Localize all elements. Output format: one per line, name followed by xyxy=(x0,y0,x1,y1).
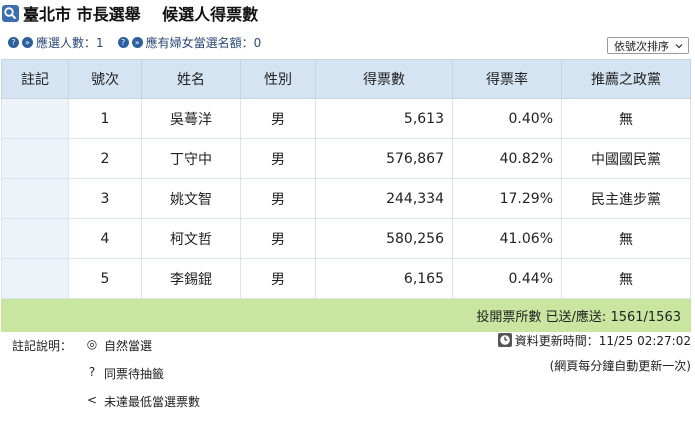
header-number: 號次 xyxy=(68,59,142,99)
cell-gender: 男 xyxy=(240,138,316,179)
cell-name: 丁守中 xyxy=(141,138,241,179)
cell-rate: 0.44% xyxy=(452,258,562,299)
chevron-right-icon: » xyxy=(22,36,33,48)
cell-gender: 男 xyxy=(240,218,316,259)
legend-text: 同票待抽籤 xyxy=(104,367,165,381)
cell-note xyxy=(1,218,69,259)
female-quota-label: 應有婦女當選名額：0 xyxy=(145,35,262,50)
elected-count-label: 應選人數：1 xyxy=(36,35,104,50)
cell-rate: 0.40% xyxy=(452,98,562,139)
page-title: 臺北市 市長選舉 候選人得票數 xyxy=(23,5,259,24)
cell-party: 中國國民黨 xyxy=(561,138,691,179)
legend-text: 自然當選 xyxy=(104,339,153,353)
sort-select-value: 依號次排序 xyxy=(614,39,669,53)
refresh-note: (網頁每分鐘自動更新一次) xyxy=(549,359,691,373)
cell-name: 柯文哲 xyxy=(141,218,241,259)
cell-number: 3 xyxy=(68,178,142,219)
table-row: 1 吳蕚洋 男 5,613 0.40% 無 xyxy=(1,98,691,139)
stats-row: ? » 應選人數：1 ? » 應有婦女當選名額：0 xyxy=(8,34,275,50)
cell-votes: 576,867 xyxy=(315,138,453,179)
polling-station-count: 投開票所數 已送/應送: 1561/1563 xyxy=(1,298,691,332)
header-note: 註記 xyxy=(1,59,69,99)
update-time-row: 資料更新時間：11/25 02:27:02 xyxy=(497,331,691,349)
chevron-right-icon: » xyxy=(131,36,143,48)
header-votes: 得票數 xyxy=(315,59,453,99)
table-row: 4 柯文哲 男 580,256 41.06% 無 xyxy=(1,218,691,259)
cell-votes: 5,613 xyxy=(315,98,453,139)
cell-note xyxy=(1,178,69,219)
info-bullet-icon: ? xyxy=(8,36,19,48)
table-footer-row: 投開票所數 已送/應送: 1561/1563 xyxy=(1,298,691,332)
cell-name: 姚文智 xyxy=(141,178,241,219)
legend: 註記說明： ◎ 自然當選 ? 同票待抽籤 < 未達最低當選票數 xyxy=(12,337,200,421)
page-header: 臺北市 市長選舉 候選人得票數 xyxy=(2,0,258,26)
cell-number: 2 xyxy=(68,138,142,179)
cell-number: 4 xyxy=(68,218,142,259)
search-icon xyxy=(2,4,19,22)
table-row: 3 姚文智 男 244,334 17.29% 民主進步黨 xyxy=(1,178,691,219)
cell-gender: 男 xyxy=(240,178,316,219)
cell-number: 5 xyxy=(68,258,142,299)
chevron-down-icon xyxy=(675,43,683,48)
cell-votes: 244,334 xyxy=(315,178,453,219)
table-row: 5 李錫錕 男 6,165 0.44% 無 xyxy=(1,258,691,299)
legend-row: ? 同票待抽籤 xyxy=(12,365,200,393)
cell-number: 1 xyxy=(68,98,142,139)
legend-symbol: < xyxy=(86,393,98,407)
cell-rate: 17.29% xyxy=(452,178,562,219)
legend-text: 未達最低當選票數 xyxy=(104,395,201,409)
header-name: 姓名 xyxy=(141,59,241,99)
cell-note xyxy=(1,138,69,179)
cell-party: 民主進步黨 xyxy=(561,178,691,219)
cell-gender: 男 xyxy=(240,258,316,299)
legend-row: 註記說明： ◎ 自然當選 xyxy=(12,337,200,365)
cell-party: 無 xyxy=(561,98,691,139)
cell-party: 無 xyxy=(561,258,691,299)
results-table: 註記 號次 姓名 性別 得票數 得票率 推薦之政黨 1 吳蕚洋 男 5,613 … xyxy=(1,59,691,332)
legend-symbol: ? xyxy=(88,365,96,379)
legend-row: < 未達最低當選票數 xyxy=(12,393,200,421)
header-rate: 得票率 xyxy=(452,59,562,99)
update-time: 資料更新時間：11/25 02:27:02 xyxy=(514,333,691,348)
table-header-row: 註記 號次 姓名 性別 得票數 得票率 推薦之政黨 xyxy=(1,59,691,99)
cell-party: 無 xyxy=(561,218,691,259)
sort-select[interactable]: 依號次排序 xyxy=(607,37,689,54)
cell-name: 李錫錕 xyxy=(141,258,241,299)
clock-icon xyxy=(497,333,512,347)
table-row: 2 丁守中 男 576,867 40.82% 中國國民黨 xyxy=(1,138,691,179)
header-party: 推薦之政黨 xyxy=(561,59,691,99)
legend-symbol: ◎ xyxy=(86,337,98,351)
update-info: 資料更新時間：11/25 02:27:02 (網頁每分鐘自動更新一次) xyxy=(497,331,691,374)
info-bullet-icon: ? xyxy=(117,36,129,48)
header-gender: 性別 xyxy=(240,59,316,99)
cell-name: 吳蕚洋 xyxy=(141,98,241,139)
cell-votes: 6,165 xyxy=(315,258,453,299)
legend-label: 註記說明： xyxy=(12,339,73,353)
cell-gender: 男 xyxy=(240,98,316,139)
cell-rate: 41.06% xyxy=(452,218,562,259)
cell-votes: 580,256 xyxy=(315,218,453,259)
stat-female-quota: ? » 應有婦女當選名額：0 xyxy=(117,34,262,51)
cell-note xyxy=(1,258,69,299)
cell-note xyxy=(1,98,69,139)
stat-elected: ? » 應選人數：1 xyxy=(8,34,104,51)
cell-rate: 40.82% xyxy=(452,138,562,179)
